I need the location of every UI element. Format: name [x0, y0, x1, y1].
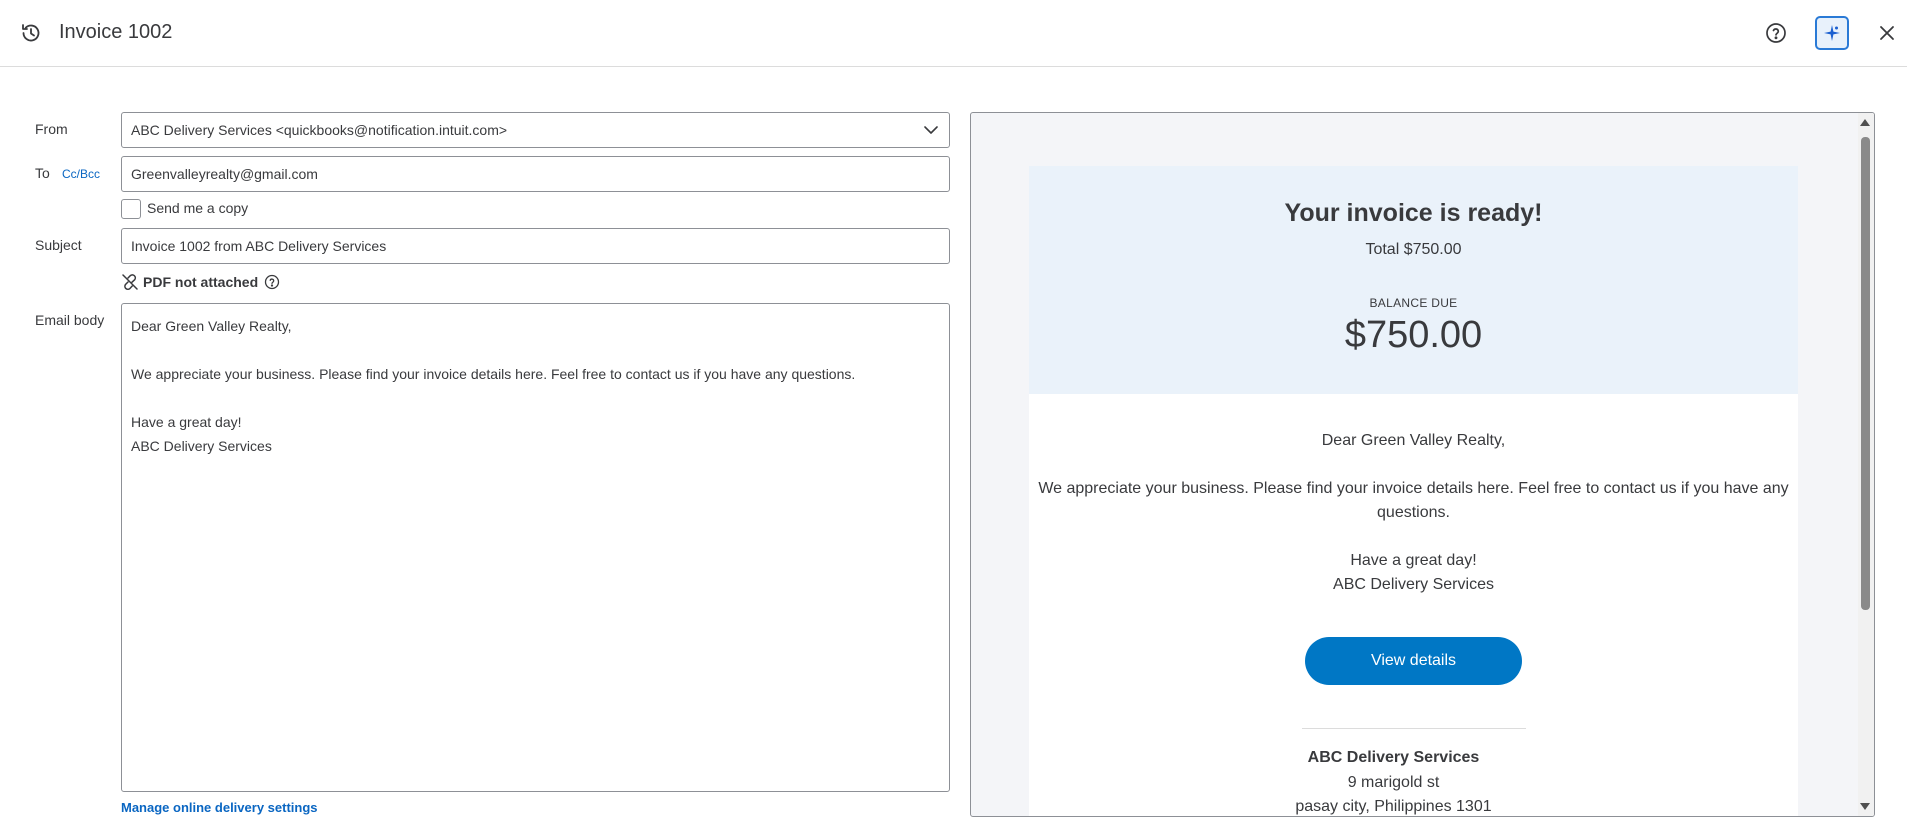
- to-label: To: [35, 165, 50, 181]
- unlink-icon: [122, 274, 138, 291]
- email-body-line: We appreciate your business. Please find…: [131, 366, 856, 382]
- view-details-button[interactable]: View details: [1305, 637, 1522, 685]
- preview-total: Total $750.00: [1365, 241, 1462, 258]
- email-body-line: [131, 386, 940, 410]
- preview-message-card: Dear Green Valley Realty, We appreciate …: [1029, 394, 1798, 816]
- scroll-down-arrow-icon[interactable]: [1860, 803, 1870, 810]
- email-body-line: ABC Delivery Services: [131, 438, 272, 454]
- scrollbar-thumb[interactable]: [1861, 137, 1870, 610]
- send-copy-checkbox[interactable]: [121, 199, 141, 219]
- close-icon[interactable]: [1875, 21, 1899, 45]
- preview-greeting: Dear Green Valley Realty,: [1321, 432, 1506, 449]
- history-icon[interactable]: [19, 21, 43, 45]
- subject-label: Subject: [35, 237, 82, 253]
- preview-heading: Your invoice is ready!: [1284, 199, 1543, 227]
- send-copy-label: Send me a copy: [147, 200, 249, 216]
- email-body-line: [131, 338, 940, 362]
- company-address-line: 9 marigold st: [1347, 774, 1440, 791]
- pdf-status-text: PDF not attached: [143, 274, 259, 290]
- invoice-summary-card: Your invoice is ready! Total $750.00 BAL…: [1029, 166, 1798, 394]
- preview-signoff-company: ABC Delivery Services: [1333, 576, 1494, 593]
- email-body-line: Have a great day!: [131, 414, 242, 430]
- balance-due-amount: $750.00: [1344, 314, 1483, 356]
- email-body-label: Email body: [35, 312, 105, 328]
- subject-input[interactable]: Invoice 1002 from ABC Delivery Services: [121, 228, 950, 264]
- assistant-sparkle-icon: [1824, 25, 1840, 41]
- preview-scrollbar[interactable]: [1858, 113, 1874, 816]
- company-name: ABC Delivery Services: [1307, 749, 1480, 766]
- preview-signoff: Have a great day!: [1350, 552, 1477, 569]
- email-body-line: Dear Green Valley Realty,: [131, 318, 292, 334]
- from-label: From: [35, 121, 68, 137]
- help-circle-icon[interactable]: [264, 274, 280, 290]
- assistant-button[interactable]: [1815, 16, 1849, 50]
- chevron-down-icon: [924, 126, 938, 134]
- email-body-textarea[interactable]: Dear Green Valley Realty, We appreciate …: [121, 303, 950, 792]
- company-address-line: pasay city, Philippines 1301: [1295, 798, 1492, 815]
- dialog-header: Invoice 1002: [0, 0, 1907, 67]
- help-icon[interactable]: [1764, 21, 1788, 45]
- balance-due-label: BALANCE DUE: [1369, 296, 1458, 310]
- ccbcc-link[interactable]: Cc/Bcc: [62, 167, 100, 181]
- manage-delivery-link[interactable]: Manage online delivery settings: [121, 800, 318, 815]
- preview-message-line: We appreciate your business. Please find…: [1038, 480, 1789, 497]
- preview-message-line: questions.: [1377, 504, 1450, 521]
- pdf-status: PDF not attached: [121, 272, 280, 292]
- dialog-title: Invoice 1002: [59, 21, 173, 43]
- from-select[interactable]: ABC Delivery Services <quickbooks@notifi…: [121, 112, 950, 148]
- divider: [1302, 728, 1526, 729]
- email-preview[interactable]: Your invoice is ready! Total $750.00 BAL…: [970, 112, 1875, 817]
- to-input[interactable]: Greenvalleyrealty@gmail.com: [121, 156, 950, 192]
- subject-value: Invoice 1002 from ABC Delivery Services: [131, 238, 387, 254]
- from-value: ABC Delivery Services <quickbooks@notifi…: [131, 122, 508, 138]
- to-value: Greenvalleyrealty@gmail.com: [131, 166, 318, 182]
- scroll-up-arrow-icon[interactable]: [1860, 119, 1870, 126]
